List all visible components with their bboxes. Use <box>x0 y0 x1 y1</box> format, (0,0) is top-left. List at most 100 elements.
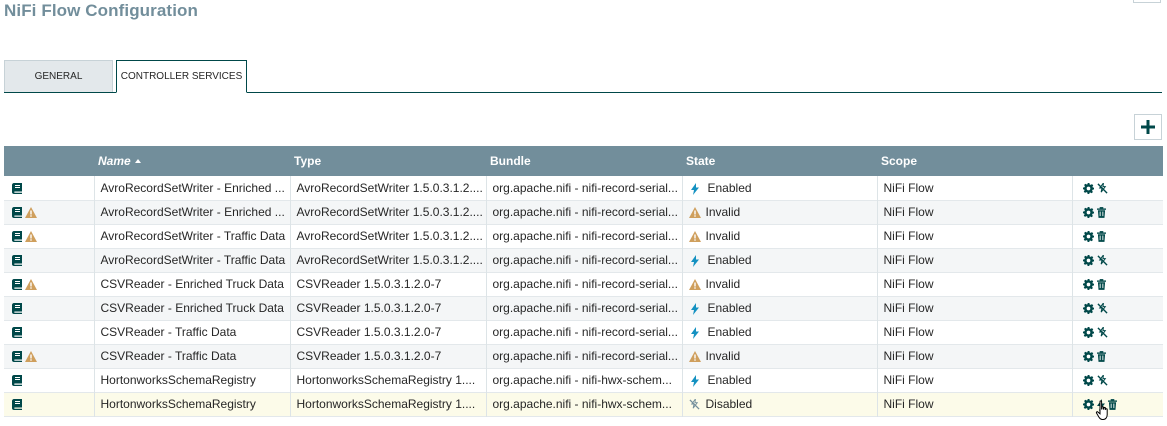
usage-doc-icon[interactable] <box>12 327 22 339</box>
remove-button[interactable] <box>1096 231 1106 243</box>
cell-scope: NiFi Flow <box>877 176 1073 200</box>
disable-button[interactable] <box>1096 255 1108 266</box>
state-label: Enabled <box>707 253 752 267</box>
tab-controller-services[interactable]: CONTROLLER SERVICES <box>116 60 247 93</box>
gear-icon <box>1082 255 1094 267</box>
tab-general[interactable]: GENERAL <box>4 60 113 92</box>
warning-icon[interactable] <box>25 351 37 363</box>
header-icons <box>4 146 94 176</box>
cell-actions <box>1072 176 1163 200</box>
table-row[interactable]: HortonworksSchemaRegistry HortonworksSche… <box>4 392 1163 416</box>
configure-button[interactable] <box>1082 327 1094 339</box>
configure-button[interactable] <box>1082 255 1094 267</box>
disable-icon <box>1096 255 1108 266</box>
configure-button[interactable] <box>1082 231 1094 243</box>
bolt-icon <box>690 375 699 388</box>
state-label: Enabled <box>707 373 752 387</box>
usage-doc-icon[interactable] <box>12 183 22 195</box>
table-row[interactable]: AvroRecordSetWriter - Traffic Data AvroRe… <box>4 224 1163 248</box>
warning-icon[interactable] <box>25 207 37 219</box>
cell-bundle: org.apache.nifi - nifi-hwx-schem... <box>486 392 683 416</box>
header-scope[interactable]: Scope <box>877 146 1072 176</box>
disable-button[interactable] <box>1096 183 1108 194</box>
table-row[interactable]: AvroRecordSetWriter - Traffic Data AvroRe… <box>4 248 1163 272</box>
configure-button[interactable] <box>1082 207 1094 219</box>
cell-state: Enabled <box>682 176 878 200</box>
cell-actions <box>1072 296 1163 320</box>
header-actions <box>1072 146 1163 176</box>
configure-button[interactable] <box>1082 183 1094 195</box>
table-row[interactable]: HortonworksSchemaRegistry HortonworksSche… <box>4 368 1163 392</box>
remove-button[interactable] <box>1096 351 1106 363</box>
remove-button[interactable] <box>1096 279 1106 291</box>
gear-icon <box>1082 399 1094 411</box>
table-row[interactable]: CSVReader - Traffic Data CSVReader 1.5.0.… <box>4 344 1163 368</box>
table-row[interactable]: CSVReader - Enriched Truck Data CSVReader… <box>4 272 1163 296</box>
state-label: Enabled <box>707 325 752 339</box>
cell-name: HortonworksSchemaRegistry <box>94 392 291 416</box>
gear-icon <box>1082 183 1094 195</box>
cell-type: AvroRecordSetWriter 1.5.0.3.1.2.... <box>290 248 487 272</box>
bolt-icon <box>690 303 699 316</box>
disable-icon <box>1096 375 1108 386</box>
trash-icon <box>1096 351 1106 363</box>
usage-doc-icon[interactable] <box>12 375 22 387</box>
configure-button[interactable] <box>1082 375 1094 387</box>
disable-button[interactable] <box>1096 303 1108 314</box>
header-name[interactable]: Name <box>94 146 290 176</box>
cell-state: Invalid <box>682 344 878 368</box>
warning-icon[interactable] <box>25 279 37 291</box>
table-row[interactable]: AvroRecordSetWriter - Enriched ... AvroRe… <box>4 176 1163 200</box>
row-icons <box>4 272 95 296</box>
configure-button[interactable] <box>1082 399 1094 411</box>
cell-state: Invalid <box>682 272 878 296</box>
page-title: NiFi Flow Configuration <box>4 1 198 20</box>
sort-asc-icon <box>134 158 141 163</box>
cell-name: CSVReader - Enriched Truck Data <box>94 272 291 296</box>
disable-button[interactable] <box>1096 375 1108 386</box>
window-corner <box>1133 0 1161 3</box>
state-label: Invalid <box>705 229 741 243</box>
cell-type: AvroRecordSetWriter 1.5.0.3.1.2.... <box>290 200 487 224</box>
warning-icon <box>688 231 701 243</box>
usage-doc-icon[interactable] <box>12 399 22 411</box>
row-icons <box>4 176 95 200</box>
cell-state: Enabled <box>682 248 878 272</box>
row-icons <box>4 392 95 416</box>
add-controller-service-button[interactable] <box>1134 114 1162 140</box>
configure-button[interactable] <box>1082 279 1094 291</box>
header-type[interactable]: Type <box>290 146 486 176</box>
cell-state: Invalid <box>682 224 878 248</box>
state-label: Enabled <box>707 180 752 195</box>
usage-doc-icon[interactable] <box>12 255 22 267</box>
cell-scope: NiFi Flow <box>877 248 1073 272</box>
configure-button[interactable] <box>1082 303 1094 315</box>
row-icons <box>4 320 95 344</box>
cell-type: CSVReader 1.5.0.3.1.2.0-7 <box>290 296 487 320</box>
header-bundle[interactable]: Bundle <box>486 146 682 176</box>
disable-button[interactable] <box>1096 327 1108 338</box>
disable-icon <box>1096 183 1108 194</box>
usage-doc-icon[interactable] <box>12 207 22 219</box>
usage-doc-icon[interactable] <box>12 351 22 363</box>
header-state[interactable]: State <box>682 146 877 176</box>
table-row[interactable]: CSVReader - Traffic Data CSVReader 1.5.0.… <box>4 320 1163 344</box>
cell-bundle: org.apache.nifi - nifi-record-serial... <box>486 296 683 320</box>
cell-scope: NiFi Flow <box>877 320 1073 344</box>
bolt-icon <box>690 327 699 340</box>
table-row[interactable]: CSVReader - Enriched Truck Data CSVReader… <box>4 296 1163 320</box>
state-label: Disabled <box>705 397 753 411</box>
warning-icon[interactable] <box>25 231 37 243</box>
usage-doc-icon[interactable] <box>12 303 22 315</box>
remove-button[interactable] <box>1096 207 1106 219</box>
usage-doc-icon[interactable] <box>12 231 22 243</box>
cell-actions <box>1072 392 1163 416</box>
configure-button[interactable] <box>1082 351 1094 363</box>
cell-scope: NiFi Flow <box>877 296 1073 320</box>
cell-type: CSVReader 1.5.0.3.1.2.0-7 <box>290 320 487 344</box>
usage-doc-icon[interactable] <box>12 279 22 291</box>
table-row[interactable]: AvroRecordSetWriter - Enriched ... AvroRe… <box>4 200 1163 224</box>
header-name-label: Name <box>98 154 131 168</box>
cell-scope: NiFi Flow <box>877 344 1073 368</box>
cell-actions <box>1072 224 1163 248</box>
